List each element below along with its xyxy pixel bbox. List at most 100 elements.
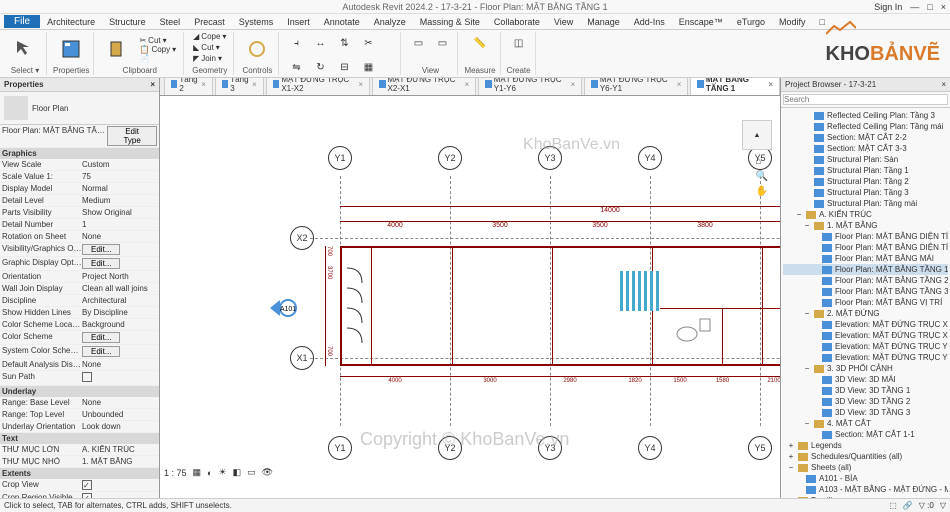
tree-item[interactable]: 3D View: 3D TẦNG 2	[783, 396, 948, 407]
navbar-pan-icon[interactable]: ✋	[756, 186, 768, 197]
grid-bubble[interactable]: Y4	[638, 436, 662, 460]
edit-btn[interactable]: Edit...	[82, 244, 120, 255]
tree-expand-icon[interactable]: +	[787, 441, 795, 450]
minimize-btn[interactable]: —	[910, 2, 919, 12]
close-tab-icon[interactable]: ×	[571, 80, 576, 89]
props-row[interactable]: View ScaleCustom	[0, 159, 159, 171]
tree-item[interactable]: 3D View: 3D TẦNG 3	[783, 407, 948, 418]
shadows-icon[interactable]: ◧	[233, 467, 242, 478]
rotate-btn[interactable]: ↻	[309, 56, 331, 78]
tree-item[interactable]: −4. MẶT CẮT	[783, 418, 948, 429]
tree-item[interactable]: Structural Plan: Tầng 3	[783, 187, 948, 198]
props-row[interactable]: Show Hidden LinesBy Discipline	[0, 307, 159, 319]
measure-btn[interactable]: 📏	[469, 32, 491, 54]
move-btn[interactable]: ↔	[309, 32, 331, 54]
tree-item[interactable]: Floor Plan: MẶT BẰNG TẦNG 3	[783, 286, 948, 297]
offset-btn[interactable]: ⇅	[333, 32, 355, 54]
dimension[interactable]: 2100	[745, 376, 780, 384]
trim-btn[interactable]: ✂	[357, 32, 379, 54]
tree-item[interactable]: Section: MẶT CẮT 2-2	[783, 132, 948, 143]
tree-item[interactable]: Structural Plan: Tầng mái	[783, 198, 948, 209]
close-tab-icon[interactable]: ×	[465, 80, 470, 89]
tree-expand-icon[interactable]: −	[787, 463, 795, 472]
tree-item[interactable]: −A. KIẾN TRÚC	[783, 209, 948, 220]
dimension[interactable]: 2980	[530, 376, 610, 384]
geo-cut-btn[interactable]: ◣ Cut ▾	[190, 43, 223, 52]
menu-systems[interactable]: Systems	[232, 16, 281, 28]
props-row[interactable]: Detail LevelMedium	[0, 195, 159, 207]
props-row[interactable]: Default Analysis Display ...None	[0, 359, 159, 371]
signin-link[interactable]: Sign In	[874, 2, 902, 12]
elevation-marker[interactable]: A101	[270, 296, 300, 323]
tree-item[interactable]: Elevation: MẶT ĐỨNG TRỤC X1-X2	[783, 319, 948, 330]
copy-btn[interactable]: 📋 Copy ▾	[136, 45, 179, 54]
tree-item[interactable]: 3D View: 3D MÁI	[783, 374, 948, 385]
grid-bubble[interactable]: Y1	[328, 146, 352, 170]
menu-collaborate[interactable]: Collaborate	[487, 16, 547, 28]
menu-enscape[interactable]: Enscape™	[672, 16, 730, 28]
tree-item[interactable]: −Sheets (all)	[783, 462, 948, 473]
checkbox[interactable]	[82, 480, 92, 490]
paste-small-btn[interactable]: 📄	[136, 54, 179, 63]
tree-item[interactable]: Elevation: MẶT ĐỨNG TRỤC Y1-Y6	[783, 341, 948, 352]
grid-bubble[interactable]: Y4	[638, 146, 662, 170]
tree-item[interactable]: Elevation: MẶT ĐỨNG TRỤC X2-X1	[783, 330, 948, 341]
props-row[interactable]: THƯ MỤC LỚNA. KIẾN TRÚC	[0, 444, 159, 456]
dimension[interactable]: 3000	[450, 376, 530, 384]
dimension[interactable]: 4000	[340, 221, 450, 229]
tree-item[interactable]: +Legends	[783, 440, 948, 451]
tree-expand-icon[interactable]: −	[803, 364, 811, 373]
menu-analyze[interactable]: Analyze	[367, 16, 413, 28]
props-section-text[interactable]: Text	[0, 433, 159, 444]
checkbox[interactable]	[82, 372, 92, 382]
props-row[interactable]: Color Scheme LocationBackground	[0, 319, 159, 331]
tree-item[interactable]: Floor Plan: MẶT BẰNG TẦNG 2	[783, 275, 948, 286]
modify-tool-btn[interactable]	[8, 32, 42, 66]
tree-item[interactable]: Structural Plan: Sàn	[783, 154, 948, 165]
viewcube[interactable]: ▲	[742, 120, 772, 150]
props-row[interactable]: Underlay OrientationLook down	[0, 421, 159, 433]
cut-btn[interactable]: ✂ Cut ▾	[136, 36, 179, 45]
tree-item[interactable]: Floor Plan: MẶT BẰNG MÁI	[783, 253, 948, 264]
maximize-btn[interactable]: □	[927, 2, 932, 12]
props-section-underlay[interactable]: Underlay	[0, 386, 159, 397]
navbar-home-icon[interactable]: ⌂	[756, 156, 768, 167]
tree-expand-icon[interactable]: −	[803, 419, 811, 428]
detail-level-icon[interactable]: ▦	[193, 467, 202, 478]
paste-btn[interactable]	[100, 32, 134, 66]
dimension[interactable]: 3500	[450, 221, 550, 229]
close-btn[interactable]: ×	[941, 2, 946, 12]
view-tab[interactable]: Tầng 2×	[164, 78, 213, 95]
create-btn[interactable]: ◫	[508, 32, 530, 54]
view-tab[interactable]: MẶT ĐỨNG TRỤC Y1-Y6×	[478, 78, 582, 95]
props-row[interactable]: DisciplineArchitectural	[0, 295, 159, 307]
menu-precast[interactable]: Precast	[187, 16, 232, 28]
dimension[interactable]: 1820	[610, 376, 660, 384]
props-row[interactable]: Color SchemeEdit...	[0, 331, 159, 345]
menu-view[interactable]: View	[547, 16, 580, 28]
menu-structure[interactable]: Structure	[102, 16, 153, 28]
cope-btn[interactable]: ◢ Cope ▾	[190, 32, 229, 41]
dimension[interactable]: 3700	[325, 266, 332, 346]
tree-item[interactable]: 3D View: 3D TẦNG 1	[783, 385, 948, 396]
props-row[interactable]: Detail Number1	[0, 219, 159, 231]
props-row[interactable]: Sun Path	[0, 371, 159, 386]
menu-architecture[interactable]: Architecture	[40, 16, 102, 28]
status-icon[interactable]: ▽ :0	[919, 501, 934, 510]
tree-item[interactable]: A103 - MẶT BẰNG - MẶT ĐỨNG - MẶT CẮT	[783, 484, 948, 495]
tree-item[interactable]: Floor Plan: MẶT BẰNG DIỆN TÍCH PHÒI	[783, 231, 948, 242]
props-section-extents[interactable]: Extents	[0, 468, 159, 479]
status-icon[interactable]: ⬚	[889, 501, 897, 510]
dimension[interactable]: 3500	[550, 221, 650, 229]
visual-style-icon[interactable]: ◐	[207, 468, 212, 478]
view-tab[interactable]: Tầng 3×	[215, 78, 264, 95]
sun-path-icon[interactable]: ☀	[218, 467, 226, 478]
view-tab[interactable]: MẶT ĐỨNG TRỤC X1-X2×	[266, 78, 370, 95]
tree-item[interactable]: Reflected Ceiling Plan: Tầng 3	[783, 110, 948, 121]
menu-eturgo[interactable]: eTurgo	[730, 16, 772, 28]
dimension[interactable]: 700	[325, 346, 332, 366]
tree-item[interactable]: Elevation: MẶT ĐỨNG TRỤC Y6-Y1	[783, 352, 948, 363]
props-row[interactable]: Parts VisibilityShow Original	[0, 207, 159, 219]
type-selector[interactable]: Floor Plan	[0, 92, 159, 125]
tree-expand-icon[interactable]: −	[795, 210, 803, 219]
